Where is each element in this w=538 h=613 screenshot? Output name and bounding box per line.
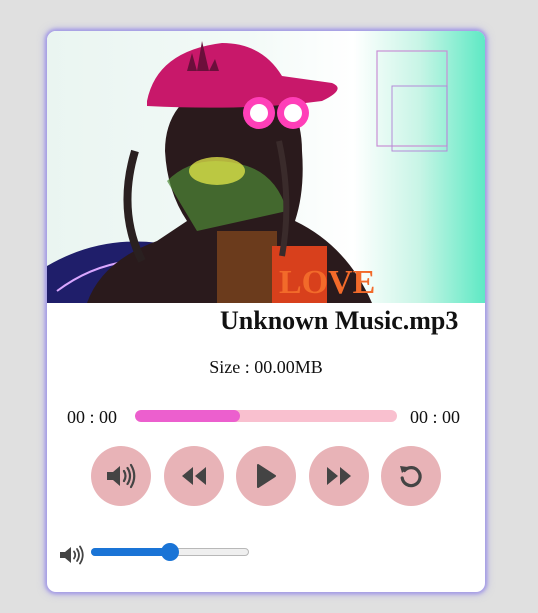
- track-size: Size : 00.00MB: [47, 357, 485, 378]
- fast-forward-button[interactable]: [309, 446, 369, 506]
- album-cover-image: LOVE: [47, 31, 485, 303]
- volume-up-button[interactable]: [91, 446, 151, 506]
- replay-icon: [398, 463, 424, 489]
- player-card: LOVE Unknown Music.mp3 Size : 00.00MB 00…: [47, 31, 485, 592]
- progress-bar[interactable]: [135, 410, 397, 422]
- duration-time: 00 : 00: [410, 407, 461, 427]
- volume-slider[interactable]: [91, 543, 249, 561]
- rewind-icon: [180, 466, 208, 486]
- volume-slider-fill: [91, 548, 170, 556]
- track-title: Unknown Music.mp3: [220, 306, 459, 335]
- fast-forward-icon: [325, 466, 353, 486]
- play-button[interactable]: [236, 446, 296, 506]
- svg-text:LOVE: LOVE: [279, 264, 375, 301]
- current-time: 00 : 00: [67, 407, 118, 427]
- replay-button[interactable]: [381, 446, 441, 506]
- volume-up-icon: [105, 463, 137, 489]
- size-label: Size :: [209, 357, 255, 377]
- volume-icon[interactable]: [59, 545, 85, 570]
- progress-fill: [135, 410, 240, 422]
- rewind-button[interactable]: [164, 446, 224, 506]
- play-icon: [255, 464, 277, 488]
- volume-slider-thumb[interactable]: [161, 543, 179, 561]
- size-value: 00.00MB: [254, 357, 323, 377]
